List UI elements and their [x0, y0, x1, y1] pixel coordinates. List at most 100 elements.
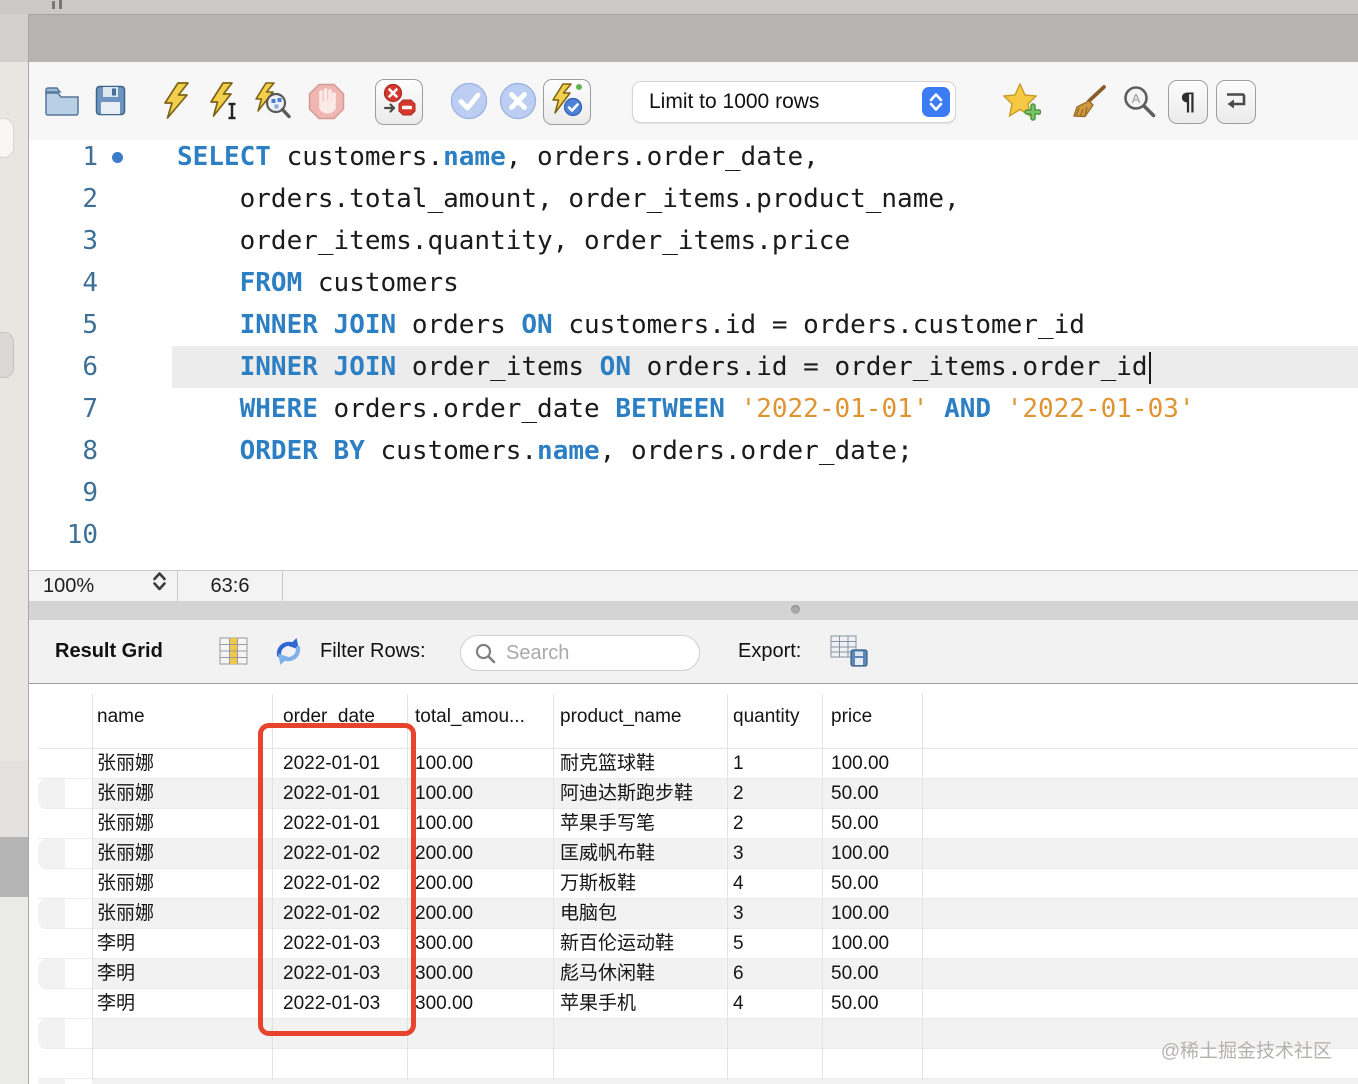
line-number: 9 [82, 478, 98, 508]
save-script-button[interactable] [95, 85, 126, 121]
table-cell[interactable]: 300.00 [415, 989, 473, 1018]
sql-line[interactable]: 10 [0, 514, 1358, 556]
splitter-handle-icon[interactable] [791, 605, 800, 614]
table-cell[interactable]: 100.00 [831, 899, 889, 928]
table-row[interactable]: 张丽娜 2022-01-01 100.00 苹果手写笔 2 50.00 [38, 809, 1358, 839]
table-cell[interactable]: 阿迪达斯跑步鞋 [560, 779, 693, 808]
table-cell[interactable]: 6 [733, 959, 744, 988]
grid-view-button[interactable] [219, 637, 248, 670]
table-cell[interactable]: 万斯板鞋 [560, 869, 636, 898]
export-button[interactable] [830, 635, 868, 673]
table-cell[interactable]: 张丽娜 [97, 899, 154, 928]
table-cell[interactable]: 4 [733, 989, 744, 1018]
table-row[interactable]: 李明 2022-01-03 300.00 苹果手机 4 50.00 [38, 989, 1358, 1019]
sql-line[interactable]: 4 FROM customers [0, 262, 1358, 304]
open-script-button[interactable] [44, 85, 80, 121]
sql-line[interactable]: 9 [0, 472, 1358, 514]
table-row[interactable]: 张丽娜 2022-01-02 200.00 万斯板鞋 4 50.00 [38, 869, 1358, 899]
search-input[interactable] [504, 640, 773, 666]
sql-line[interactable]: 3 order_items.quantity, order_items.pric… [0, 220, 1358, 262]
toggle-autocommit-button[interactable] [543, 79, 591, 125]
pane-splitter[interactable] [29, 601, 1358, 621]
limit-rows-select[interactable]: Limit to 1000 rows [632, 81, 956, 123]
sql-line[interactable]: 6 INNER JOIN order_items ON orders.id = … [0, 346, 1358, 388]
sql-line[interactable]: 8 ORDER BY customers.name, orders.order_… [0, 430, 1358, 472]
refresh-button[interactable] [272, 635, 305, 673]
table-cell[interactable]: 50.00 [831, 809, 879, 838]
table-cell[interactable]: 200.00 [415, 839, 473, 868]
zoom-stepper-icon[interactable] [152, 570, 167, 602]
table-cell[interactable]: 耐克篮球鞋 [560, 749, 655, 778]
sql-token: orders [396, 310, 522, 340]
table-row[interactable]: 李明 2022-01-03 300.00 彪马休闲鞋 6 50.00 [38, 959, 1358, 989]
table-cell[interactable]: 50.00 [831, 779, 879, 808]
table-row[interactable]: 张丽娜 2022-01-02 200.00 电脑包 3 100.00 [38, 899, 1358, 929]
find-button[interactable]: A [1122, 84, 1157, 124]
show-invisible-characters-button[interactable]: ¶ [1168, 80, 1208, 124]
annotation-red-box [258, 723, 416, 1036]
table-cell[interactable]: 张丽娜 [97, 779, 154, 808]
table-cell[interactable]: 张丽娜 [97, 749, 154, 778]
table-cell[interactable]: 匡威帆布鞋 [560, 839, 655, 868]
table-cell[interactable]: 100.00 [831, 929, 889, 958]
beautify-sql-button[interactable] [1072, 84, 1109, 125]
table-cell[interactable]: 5 [733, 929, 744, 958]
table-cell[interactable]: 300.00 [415, 959, 473, 988]
table-cell[interactable]: 电脑包 [560, 899, 617, 928]
x-circle-icon [499, 82, 537, 125]
table-row[interactable]: 张丽娜 2022-01-01 100.00 耐克篮球鞋 1 100.00 [38, 749, 1358, 779]
table-cell[interactable]: 300.00 [415, 929, 473, 958]
table-row[interactable]: 张丽娜 2022-01-01 100.00 阿迪达斯跑步鞋 2 50.00 [38, 779, 1358, 809]
table-cell[interactable]: 200.00 [415, 869, 473, 898]
table-cell[interactable]: 张丽娜 [97, 839, 154, 868]
table-row[interactable]: 张丽娜 2022-01-02 200.00 匡威帆布鞋 3 100.00 [38, 839, 1358, 869]
table-cell[interactable]: 张丽娜 [97, 809, 154, 838]
commit-button[interactable] [450, 82, 488, 125]
execute-current-statement-button[interactable] [209, 82, 239, 125]
toggle-stop-on-error-button[interactable] [375, 79, 423, 125]
table-cell[interactable]: 苹果手机 [560, 989, 636, 1018]
sql-line[interactable]: 5 INNER JOIN orders ON customers.id = or… [0, 304, 1358, 346]
table-row[interactable] [38, 1079, 1358, 1084]
new-snippet-button[interactable] [1002, 82, 1042, 126]
table-cell[interactable]: 100.00 [831, 749, 889, 778]
table-cell[interactable]: 100.00 [415, 779, 473, 808]
column-header[interactable]: name [97, 699, 145, 735]
table-cell[interactable]: 彪马休闲鞋 [560, 959, 655, 988]
zoom-control[interactable]: 100% [29, 571, 178, 601]
table-cell[interactable]: 2 [733, 779, 744, 808]
table-cell[interactable]: 3 [733, 899, 744, 928]
table-cell[interactable]: 100.00 [415, 809, 473, 838]
column-header[interactable]: price [831, 699, 872, 735]
table-cell[interactable]: 100.00 [415, 749, 473, 778]
sql-line[interactable]: 2 orders.total_amount, order_items.produ… [0, 178, 1358, 220]
table-cell[interactable]: 50.00 [831, 989, 879, 1018]
table-cell[interactable]: 100.00 [831, 839, 889, 868]
sql-line[interactable]: 1 SELECT customers.name, orders.order_dat… [0, 136, 1358, 178]
table-cell[interactable]: 1 [733, 749, 744, 778]
filter-search-field[interactable] [460, 635, 773, 671]
toggle-word-wrap-button[interactable] [1216, 80, 1256, 124]
stop-query-button[interactable] [308, 83, 345, 125]
column-header[interactable]: quantity [733, 699, 800, 735]
table-cell[interactable]: 2 [733, 809, 744, 838]
table-cell[interactable]: 李明 [97, 959, 135, 988]
sql-line[interactable]: 7 WHERE orders.order_date BETWEEN '2022-… [0, 388, 1358, 430]
table-cell[interactable]: 200.00 [415, 899, 473, 928]
explain-plan-button[interactable] [254, 82, 292, 125]
table-cell[interactable]: 4 [733, 869, 744, 898]
column-header[interactable]: product_name [560, 699, 681, 735]
table-row[interactable]: 李明 2022-01-03 300.00 新百伦运动鞋 5 100.00 [38, 929, 1358, 959]
table-cell[interactable]: 3 [733, 839, 744, 868]
table-cell[interactable]: 张丽娜 [97, 869, 154, 898]
table-cell[interactable]: 苹果手写笔 [560, 809, 655, 838]
table-cell[interactable]: 李明 [97, 989, 135, 1018]
rollback-button[interactable] [499, 82, 537, 125]
table-cell[interactable]: 新百伦运动鞋 [560, 929, 674, 958]
table-cell[interactable]: 50.00 [831, 959, 879, 988]
stop-on-error-icon [382, 83, 416, 122]
table-cell[interactable]: 50.00 [831, 869, 879, 898]
execute-button[interactable] [162, 82, 190, 125]
column-header[interactable]: total_amou... [415, 699, 525, 735]
table-cell[interactable]: 李明 [97, 929, 135, 958]
